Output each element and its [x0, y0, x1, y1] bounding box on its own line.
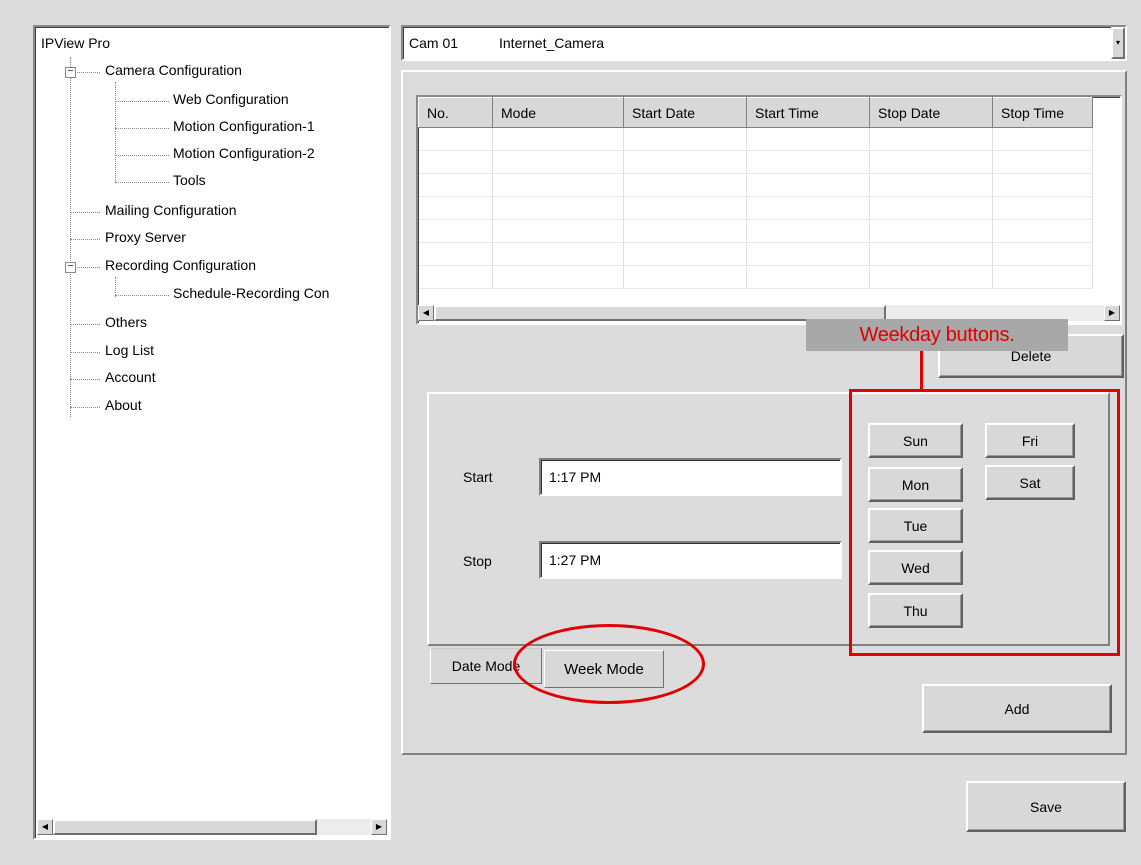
tree-item-motion-configuration-2[interactable]: Motion Configuration-2	[173, 145, 315, 161]
tree-item-tools[interactable]: Tools	[173, 172, 206, 188]
column-header-stop-time[interactable]: Stop Time	[992, 97, 1093, 128]
tree-connector	[115, 277, 116, 297]
camera-name: Internet_Camera	[499, 35, 605, 51]
callout-pointer	[920, 351, 923, 390]
scroll-left-icon[interactable]: ◀	[37, 819, 53, 835]
column-header-start-date[interactable]: Start Date	[623, 97, 747, 128]
tree-item-about[interactable]: About	[105, 397, 142, 413]
tree-connector	[115, 295, 169, 296]
column-header-no[interactable]: No.	[418, 97, 493, 128]
tree-item-schedule-recording[interactable]: Schedule-Recording Con	[173, 285, 329, 301]
column-header-mode[interactable]: Mode	[492, 97, 624, 128]
table-row[interactable]	[418, 242, 1093, 266]
start-label: Start	[463, 469, 493, 485]
tree-connector	[70, 407, 100, 408]
tree-item-mailing-configuration[interactable]: Mailing Configuration	[105, 202, 237, 218]
highlight-ellipse	[513, 624, 705, 704]
camera-select[interactable]: Cam 01 Internet_Camera ▾	[401, 25, 1127, 61]
tree-item-motion-configuration-1[interactable]: Motion Configuration-1	[173, 118, 315, 134]
highlight-box	[849, 389, 1120, 656]
save-button[interactable]: Save	[966, 781, 1126, 832]
tree-connector	[115, 128, 169, 129]
tree-item-others[interactable]: Others	[105, 314, 147, 330]
tree-item-proxy-server[interactable]: Proxy Server	[105, 229, 186, 245]
scroll-right-icon[interactable]: ▶	[371, 819, 387, 835]
start-time-field[interactable]: 1:17 PM	[539, 458, 842, 496]
tree-connector	[70, 57, 71, 417]
scroll-left-icon[interactable]: ◀	[418, 305, 434, 321]
stop-label: Stop	[463, 553, 492, 569]
tree-connector	[70, 212, 100, 213]
column-header-stop-date[interactable]: Stop Date	[869, 97, 993, 128]
tree-connector	[115, 82, 116, 182]
tree-connector	[70, 239, 100, 240]
tree-item-camera-configuration[interactable]: Camera Configuration	[105, 62, 242, 78]
column-header-start-time[interactable]: Start Time	[746, 97, 870, 128]
table-row[interactable]	[418, 265, 1093, 289]
add-button[interactable]: Add	[922, 684, 1112, 733]
tree-connector	[115, 182, 169, 183]
tree-item-recording-configuration[interactable]: Recording Configuration	[105, 257, 256, 273]
scroll-thumb[interactable]	[53, 819, 317, 835]
tree-item-web-configuration[interactable]: Web Configuration	[173, 91, 289, 107]
tree-item-log-list[interactable]: Log List	[105, 342, 154, 358]
tree-connector	[115, 101, 169, 102]
tree-connector	[70, 324, 100, 325]
schedule-table[interactable]: No. Mode Start Date Start Time Stop Date…	[416, 95, 1122, 325]
tree-item-account[interactable]: Account	[105, 369, 156, 385]
stop-time-field[interactable]: 1:27 PM	[539, 541, 842, 579]
table-row[interactable]	[418, 150, 1093, 174]
schedule-grid: No. Mode Start Date Start Time Stop Date…	[418, 97, 1093, 289]
scroll-right-icon[interactable]: ▶	[1104, 305, 1120, 321]
camera-id: Cam 01	[409, 35, 459, 51]
tree-connector	[70, 379, 100, 380]
tree-connector	[115, 155, 169, 156]
table-row[interactable]	[418, 127, 1093, 151]
collapse-icon[interactable]: −	[65, 67, 76, 78]
tree-root[interactable]: IPView Pro	[41, 35, 110, 51]
tree-connector	[70, 352, 100, 353]
tree-horizontal-scrollbar[interactable]: ◀ ▶	[37, 819, 387, 835]
table-row[interactable]	[418, 219, 1093, 243]
table-row[interactable]	[418, 173, 1093, 197]
callout-label: Weekday buttons.	[806, 319, 1068, 351]
collapse-icon[interactable]: −	[65, 262, 76, 273]
config-tree-panel: IPView Pro − − Camera Configuration Web …	[33, 25, 391, 840]
table-row[interactable]	[418, 196, 1093, 220]
chevron-down-icon[interactable]: ▾	[1111, 27, 1125, 59]
